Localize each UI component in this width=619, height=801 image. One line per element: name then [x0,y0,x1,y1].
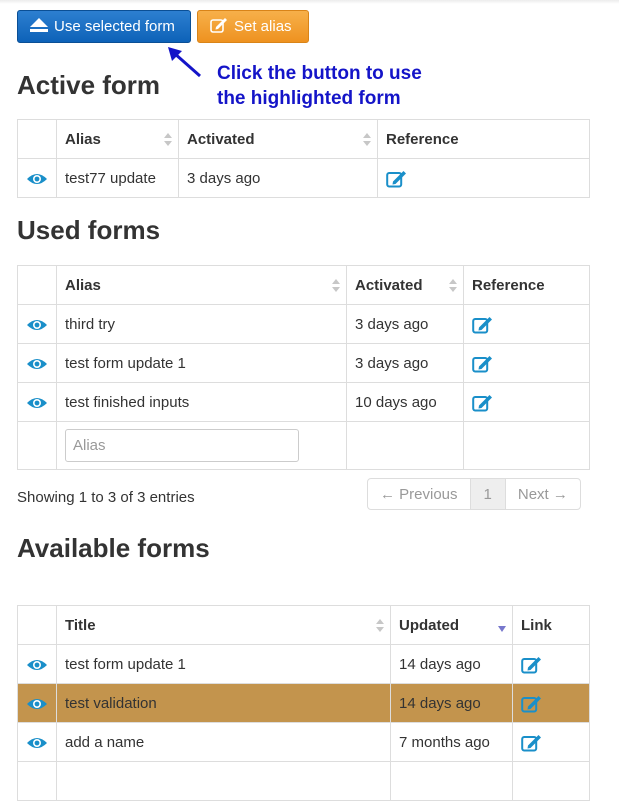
view-cell[interactable] [17,382,57,422]
title-cell: test validation [56,683,391,723]
activated-cell: 3 days ago [346,304,464,344]
table-row[interactable]: test form update 1 3 days ago [17,343,590,383]
eye-icon[interactable] [26,656,48,673]
alias-cell: test form update 1 [56,343,347,383]
select-column-header [17,265,57,305]
updated-cell: 14 days ago [390,644,513,684]
view-cell[interactable] [17,158,57,198]
column-header-activated[interactable]: Activated [178,119,378,159]
edit-icon[interactable] [472,393,494,411]
alias-cell: test finished inputs [56,382,347,422]
table-row[interactable]: add a name 7 months ago [17,722,590,762]
select-column-header [17,605,57,645]
activated-cell: 3 days ago [346,343,464,383]
updated-cell: 14 days ago [390,683,513,723]
eye-icon[interactable] [26,734,48,751]
title-cell: add a name [56,722,391,762]
table-row[interactable]: third try 3 days ago [17,304,590,344]
edit-icon [210,17,228,37]
column-header-activated[interactable]: Activated [346,265,464,305]
view-cell[interactable] [17,644,57,684]
activated-cell: 3 days ago [178,158,378,198]
updated-cell [390,761,513,801]
reference-cell[interactable] [463,343,590,383]
updated-cell: 7 months ago [390,722,513,762]
pagination: ← Previous 1 Next → [367,478,581,510]
table-row[interactable]: test finished inputs 10 days ago [17,382,590,422]
table-row[interactable] [17,761,590,801]
used-forms-table: Alias Activated Reference third try 3 da… [17,265,590,470]
edit-icon[interactable] [386,169,408,187]
column-header-reference: Reference [377,119,590,159]
select-column-header [17,119,57,159]
set-alias-label: Set alias [234,18,292,35]
eye-icon[interactable] [26,394,48,411]
top-shadow [0,0,619,4]
filter-empty-cell [17,421,57,470]
alias-filter-input[interactable] [65,429,299,462]
alias-cell: test77 update [56,158,179,198]
table-info: Showing 1 to 3 of 3 entries [17,489,195,506]
callout-line-2: the highlighted form [217,88,401,109]
active-form-table: Alias Activated Reference test77 update … [17,119,590,198]
active-form-heading: Active form [17,70,161,100]
table-row[interactable]: test form update 1 14 days ago [17,644,590,684]
activated-cell: 10 days ago [346,382,464,422]
alias-cell: third try [56,304,347,344]
view-cell[interactable] [17,343,57,383]
sort-icon [164,132,172,148]
sort-icon [376,618,384,634]
eye-icon[interactable] [26,355,48,372]
page-1-button[interactable]: 1 [469,479,506,509]
use-selected-form-button[interactable]: Use selected form [17,10,191,43]
edit-icon[interactable] [521,733,543,751]
eject-icon [30,17,48,36]
filter-row [17,421,590,470]
filter-alias-cell [56,421,347,470]
column-header-title[interactable]: Title [56,605,391,645]
sort-icon [332,278,340,294]
previous-page-button[interactable]: ← Previous [368,479,470,509]
next-page-button[interactable]: Next → [506,479,580,509]
link-cell[interactable] [512,644,590,684]
filter-empty-cell [346,421,464,470]
reference-cell[interactable] [463,304,590,344]
callout-arrow-icon [168,47,201,78]
link-cell[interactable] [512,722,590,762]
column-header-updated[interactable]: Updated [390,605,513,645]
sort-desc-icon [498,626,506,632]
column-header-alias[interactable]: Alias [56,119,179,159]
link-cell[interactable] [512,761,590,801]
view-cell[interactable] [17,683,57,723]
table-row[interactable]: test77 update 3 days ago [17,158,590,198]
view-cell[interactable] [17,304,57,344]
use-selected-form-label: Use selected form [54,18,175,35]
column-header-link: Link [512,605,590,645]
filter-empty-cell [463,421,590,470]
title-cell: test form update 1 [56,644,391,684]
callout-line-1: Click the button to use [217,63,422,84]
sort-icon [449,278,457,294]
column-header-alias[interactable]: Alias [56,265,347,305]
edit-icon[interactable] [472,315,494,333]
eye-icon[interactable] [26,316,48,333]
edit-icon[interactable] [521,694,543,712]
edit-icon[interactable] [472,354,494,372]
link-cell[interactable] [512,683,590,723]
available-forms-heading: Available forms [17,533,210,563]
column-header-reference: Reference [463,265,590,305]
view-cell[interactable] [17,722,57,762]
title-cell [56,761,391,801]
callout-text: Click the button to use the highlighted … [217,61,422,111]
view-cell[interactable] [17,761,57,801]
reference-cell[interactable] [463,382,590,422]
sort-icon [363,132,371,148]
used-forms-heading: Used forms [17,215,161,245]
eye-icon[interactable] [26,170,48,187]
table-row-selected[interactable]: test validation 14 days ago [17,683,590,723]
set-alias-button[interactable]: Set alias [197,10,309,43]
edit-icon[interactable] [521,655,543,673]
reference-cell[interactable] [377,158,590,198]
eye-icon[interactable] [26,695,48,712]
